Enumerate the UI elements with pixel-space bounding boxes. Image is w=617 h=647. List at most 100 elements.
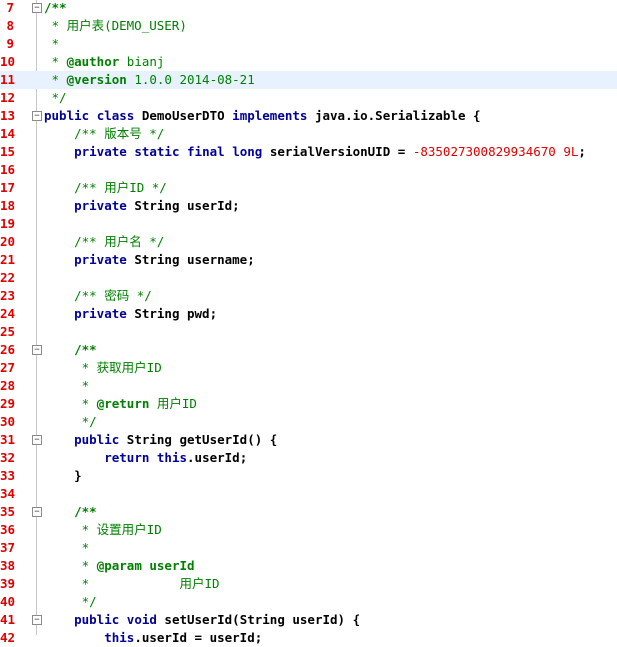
code-token: /**	[44, 504, 97, 519]
code-text[interactable]: * 获取用户ID	[44, 359, 162, 377]
code-text[interactable]: private String userId;	[44, 197, 240, 215]
code-text[interactable]: * @author bianj	[44, 53, 165, 71]
code-line[interactable]: 28 *	[0, 377, 617, 395]
line-number: 14	[0, 126, 16, 141]
code-line[interactable]: 31 − public String getUserId() {	[0, 431, 617, 449]
code-token: userId	[141, 558, 195, 573]
code-text[interactable]: this.userId = userId;	[44, 629, 262, 647]
line-number: 9	[6, 36, 14, 51]
code-text[interactable]: /** 版本号 */	[44, 125, 164, 143]
fold-collapse-icon[interactable]: −	[32, 507, 42, 517]
line-number: 17	[0, 180, 16, 195]
code-token: DemoUserDTO	[134, 108, 233, 123]
code-line[interactable]: 13 − public class DemoUserDTO implements j…	[0, 107, 617, 125]
code-text[interactable]: * @param userId	[44, 557, 195, 575]
code-token: String getUserId() {	[119, 432, 278, 447]
code-line[interactable]: 20 /** 用户名 */	[0, 233, 617, 251]
code-text[interactable]: * 用户ID	[44, 575, 220, 593]
code-token: /**	[44, 342, 97, 357]
code-text[interactable]: */	[44, 89, 67, 107]
code-line[interactable]: 42 this.userId = userId;	[0, 629, 617, 647]
code-token: */	[44, 414, 97, 429]
code-text[interactable]: *	[44, 377, 90, 395]
code-line[interactable]: 36 * 设置用户ID	[0, 521, 617, 539]
code-text[interactable]: *	[44, 35, 60, 53]
code-line[interactable]: 29 * @return 用户ID	[0, 395, 617, 413]
code-text[interactable]: /**	[44, 0, 67, 17]
code-text[interactable]: /** 用户名 */	[44, 233, 164, 251]
code-text[interactable]: *	[44, 539, 90, 557]
line-number: 32	[0, 450, 16, 465]
code-line[interactable]: 12 */	[0, 89, 617, 107]
code-text[interactable]: public String getUserId() {	[44, 431, 277, 449]
code-line[interactable]: 34	[0, 485, 617, 503]
code-line[interactable]: 27 * 获取用户ID	[0, 359, 617, 377]
code-line[interactable]: 41 − public void setUserId(String userId)…	[0, 611, 617, 629]
code-line[interactable]: 10 * @author bianj	[0, 53, 617, 71]
code-text[interactable]: public void setUserId(String userId) {	[44, 611, 360, 629]
code-text[interactable]: public class DemoUserDTO implements java…	[44, 107, 481, 125]
code-text[interactable]: private String pwd;	[44, 305, 217, 323]
code-text[interactable]: * 用户表(DEMO_USER)	[44, 17, 187, 35]
code-line[interactable]: 18 private String userId;	[0, 197, 617, 215]
code-line[interactable]: 32 return this.userId;	[0, 449, 617, 467]
code-text[interactable]: return this.userId;	[44, 449, 247, 467]
code-editor[interactable]: 7−/** 8 * 用户表(DEMO_USER) 9 * 10 * @author b…	[0, 0, 617, 645]
code-token: public	[44, 108, 90, 123]
code-line[interactable]: 26 − /**	[0, 341, 617, 359]
code-text[interactable]: private static final long serialVersionU…	[44, 143, 586, 161]
code-line[interactable]: 30 */	[0, 413, 617, 431]
code-token: this	[104, 630, 135, 645]
code-token: this	[156, 450, 188, 465]
code-text[interactable]: /** 密码 */	[44, 287, 152, 305]
code-line[interactable]: 23 /** 密码 */	[0, 287, 617, 305]
code-line[interactable]: 21 private String username;	[0, 251, 617, 269]
code-line[interactable]: 19	[0, 215, 617, 233]
code-text[interactable]: */	[44, 593, 97, 611]
code-line[interactable]: 37 *	[0, 539, 617, 557]
code-token: *	[44, 558, 97, 573]
code-line[interactable]: 11 * @version 1.0.0 2014-08-21	[0, 71, 617, 89]
code-text[interactable]: * @version 1.0.0 2014-08-21	[44, 71, 255, 89]
code-line[interactable]: 14 /** 版本号 */	[0, 125, 617, 143]
code-text[interactable]: * 设置用户ID	[44, 521, 162, 539]
code-token: ;	[578, 144, 586, 159]
code-token: /** 用户名 */	[44, 234, 165, 249]
fold-collapse-icon[interactable]: −	[32, 615, 42, 625]
fold-collapse-icon[interactable]: −	[32, 111, 42, 121]
code-line[interactable]: 17 /** 用户ID */	[0, 179, 617, 197]
code-line[interactable]: 9 *	[0, 35, 617, 53]
code-text[interactable]: private String username;	[44, 251, 255, 269]
fold-collapse-icon[interactable]: −	[32, 3, 42, 13]
code-line[interactable]: 25	[0, 323, 617, 341]
fold-collapse-icon[interactable]: −	[32, 345, 42, 355]
code-line[interactable]: 40 */	[0, 593, 617, 611]
code-text[interactable]: */	[44, 413, 97, 431]
line-number: 8	[6, 18, 14, 33]
code-token: *	[44, 378, 90, 393]
code-line[interactable]: 15 private static final long serialVersi…	[0, 143, 617, 161]
code-text[interactable]: /** 用户ID */	[44, 179, 167, 197]
code-text[interactable]: /**	[44, 341, 97, 359]
code-line[interactable]: 22	[0, 269, 617, 287]
code-line[interactable]: 7 −/**	[0, 0, 617, 17]
code-text[interactable]: }	[44, 467, 82, 485]
code-line[interactable]: 24 private String pwd;	[0, 305, 617, 323]
line-number: 33	[0, 468, 16, 483]
code-text[interactable]: /**	[44, 503, 97, 521]
line-number: 38	[0, 558, 16, 573]
code-line[interactable]: 8 * 用户表(DEMO_USER)	[0, 17, 617, 35]
code-token: public	[74, 612, 120, 627]
line-number: 12	[0, 90, 16, 105]
code-line[interactable]: 38 * @param userId	[0, 557, 617, 575]
code-line[interactable]: 35 − /**	[0, 503, 617, 521]
code-text[interactable]: * @return 用户ID	[44, 395, 197, 413]
code-line[interactable]: 39 * 用户ID	[0, 575, 617, 593]
code-token: -835027300829934670 9L	[412, 144, 579, 159]
fold-collapse-icon[interactable]: −	[32, 435, 42, 445]
code-line[interactable]: 33 }	[0, 467, 617, 485]
code-token: /**	[44, 0, 67, 15]
code-line[interactable]: 16	[0, 161, 617, 179]
